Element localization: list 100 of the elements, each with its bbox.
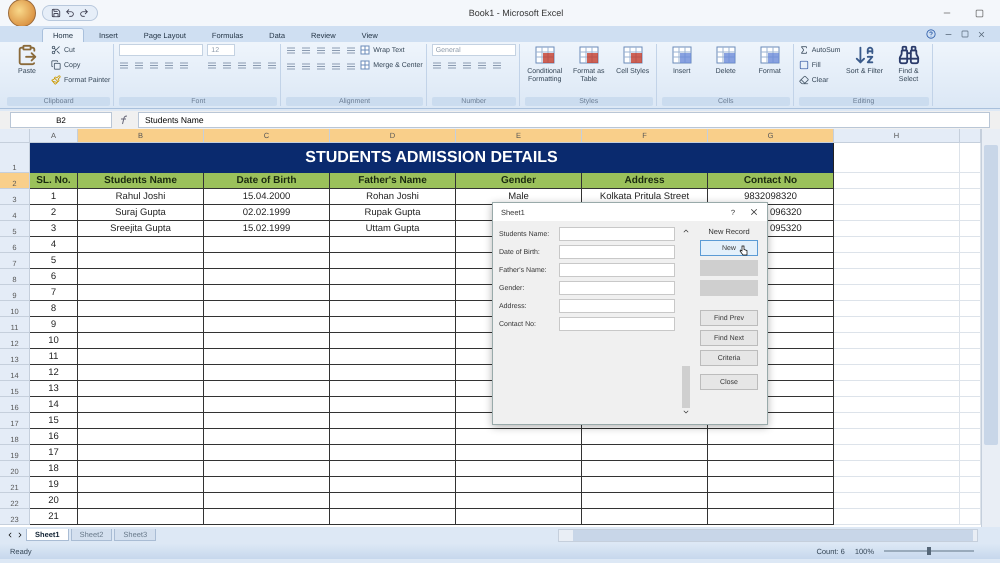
column-heading: Gender [456,173,582,189]
column-heading: Contact No [708,173,834,189]
lines-icon [222,61,232,70]
table-cell: Sreejita Gupta [78,221,204,237]
lines-icon [492,61,502,70]
column-heading: Students Name [78,173,204,189]
table-cell: 15.02.1999 [204,221,330,237]
table-cell: 14 [30,397,78,413]
table-icon [534,44,556,66]
lines-icon [301,46,312,55]
lines-icon [179,61,190,70]
lines-icon [331,62,342,71]
table-cell: 13 [30,381,78,397]
lines-icon [119,61,130,70]
eraser-icon [798,75,809,85]
office-button[interactable] [8,0,36,27]
lines-icon [301,62,312,71]
scissors-icon [51,45,61,55]
table-cell: Rohan Joshi [330,189,456,205]
formula-field[interactable]: Students Name [138,112,990,128]
table-icon [578,44,600,66]
input-field[interactable] [559,299,675,313]
table-cell: 7 [30,285,78,301]
lines-icon [267,61,278,70]
table-cell: 21 [30,509,78,525]
column-heading: Address [582,173,708,189]
table-cell: Uttam Gupta [330,221,456,237]
table-cell: 18 [30,461,78,477]
lines-icon [149,61,160,70]
input-field[interactable] [559,317,675,331]
zoom-thumb[interactable] [927,547,931,555]
table-cell: 19 [30,477,78,493]
previous-sheet-icon[interactable] [6,531,14,539]
sort-icon [854,44,876,66]
maximize-icon[interactable] [974,8,984,18]
name-box[interactable]: B2 [10,112,112,128]
column-heading: Date of Birth [204,173,330,189]
scroll-up-icon[interactable] [682,227,690,235]
dialog-scrollbar[interactable] [681,227,691,416]
vertical-scrollbar[interactable] [981,129,1000,527]
sheet-title: STUDENTS ADMISSION DETAILS [30,143,834,173]
undo-icon[interactable] [65,8,75,18]
lines-icon [164,61,174,70]
input-field[interactable] [559,281,675,295]
hand-cursor-icon [739,245,748,256]
lines-icon [346,62,356,71]
window-title: Book1 - Microsoft Excel [468,8,564,18]
dropdown-field[interactable] [119,44,204,56]
lines-icon [346,46,356,55]
table-icon [714,44,737,66]
table-cell: 3 [30,221,78,237]
column-heading: Father's Name [330,173,456,189]
table-cell: 15.04.2000 [204,189,330,205]
input-field[interactable] [559,227,675,241]
table-cell: 1 [30,189,78,205]
table-cell: 5 [30,253,78,269]
table-cell: 11 [30,349,78,365]
table-cell: 9 [30,317,78,333]
horizontal-scrollbar[interactable] [558,528,978,542]
lines-icon [252,61,262,70]
input-field[interactable] [559,263,675,277]
sigma-icon [798,45,809,55]
table-icon [360,45,370,55]
binoculars-icon [898,44,920,66]
save-icon[interactable] [51,8,61,18]
lines-icon [316,62,326,71]
lines-icon [432,61,442,70]
table-cell: 17 [30,445,78,461]
table-cell: 02.02.1999 [204,205,330,221]
scroll-thumb[interactable] [682,366,690,408]
help-icon[interactable] [926,29,936,39]
table-cell: 15 [30,413,78,429]
copy-icon [51,60,61,70]
next-sheet-icon[interactable] [16,531,24,539]
table-icon [622,44,644,66]
table-cell: 2 [30,205,78,221]
table-cell: Suraj Gupta [78,205,204,221]
lines-icon [316,46,326,55]
table-cell: 4 [30,237,78,253]
table-cell: 6 [30,269,78,285]
table-cell: Rahul Joshi [78,189,204,205]
table-cell: 20 [30,493,78,509]
table-icon [758,44,781,66]
redo-icon[interactable] [79,8,89,18]
restore-icon[interactable] [961,30,969,38]
lines-icon [446,61,457,70]
lines-icon [207,61,218,70]
table-cell: Rupak Gupta [330,205,456,221]
scroll-down-icon[interactable] [682,408,690,416]
table-cell: 16 [30,429,78,445]
lines-icon [286,46,296,55]
input-field[interactable] [559,245,675,259]
paintbrush-icon [51,75,61,85]
close-icon[interactable] [749,207,759,217]
lines-icon [331,46,342,55]
table-cell: 12 [30,365,78,381]
lines-icon [134,61,144,70]
table-cell: 10 [30,333,78,349]
lines-icon [286,62,296,71]
column-heading: SL. No. [30,173,78,189]
